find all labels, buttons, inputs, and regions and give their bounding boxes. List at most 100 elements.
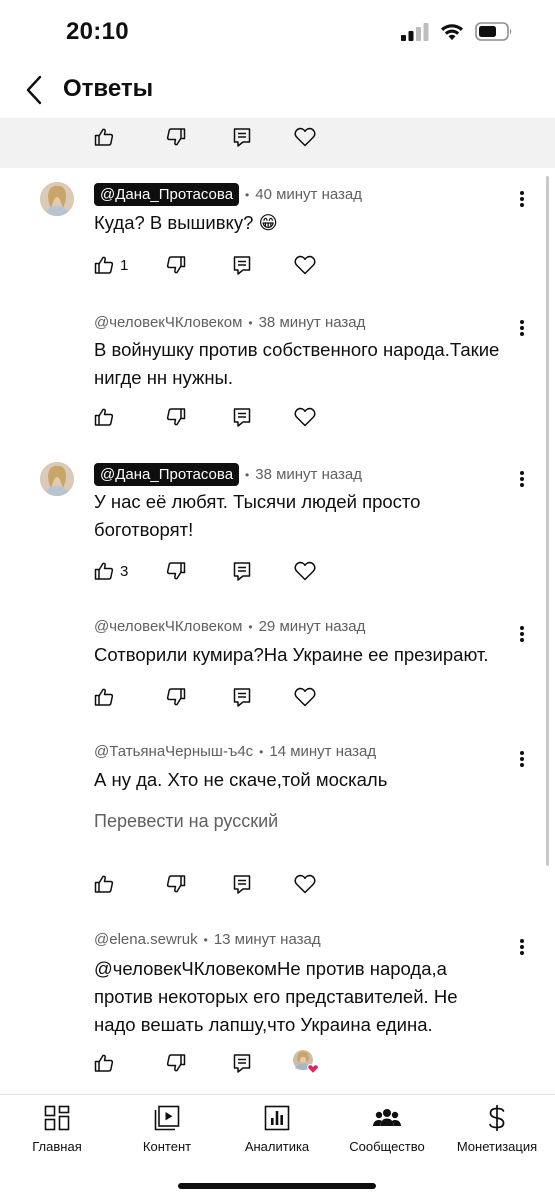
heart-button[interactable]: [294, 403, 316, 431]
thumbs-up-icon: [94, 256, 114, 274]
dislike-button[interactable]: [166, 251, 186, 279]
like-button[interactable]: [94, 123, 114, 151]
thumbs-up-icon: [94, 1054, 114, 1072]
heart-button[interactable]: [294, 870, 316, 898]
back-button[interactable]: [14, 70, 54, 110]
separator-dot: •: [245, 467, 250, 482]
nav-item-monetization[interactable]: Монетизация: [442, 1103, 552, 1154]
comment-text: А ну да. Хто не скаче,той москаль: [94, 769, 388, 790]
wifi-icon: [441, 24, 463, 40]
thumbs-down-icon: [166, 1054, 186, 1072]
heart-icon: [294, 255, 316, 275]
heart-button[interactable]: [294, 557, 316, 585]
reply-comment-icon: [233, 875, 251, 894]
nav-label: Сообщество: [349, 1139, 425, 1154]
thumbs-down-icon: [166, 408, 186, 426]
nav-item-community[interactable]: Сообщество: [332, 1103, 442, 1154]
nav-label: Контент: [142, 1139, 192, 1154]
reply-comment-icon: [233, 562, 251, 581]
dollar-icon: [486, 1103, 508, 1133]
creator-heart-button[interactable]: [292, 1049, 322, 1075]
nav-label: Главная: [32, 1139, 82, 1154]
nav-label: Монетизация: [456, 1139, 538, 1154]
comment-time: 13 минут назад: [213, 931, 321, 948]
reply-comment-icon: [233, 256, 251, 275]
author-name[interactable]: @человекЧКловеком: [94, 618, 242, 635]
dislike-button[interactable]: [166, 683, 186, 711]
reply-button[interactable]: [232, 403, 252, 431]
author-name-highlighted[interactable]: @Дана_Протасова: [94, 183, 240, 206]
nav-item-content[interactable]: Контент: [112, 1103, 222, 1154]
comment-time: 38 минут назад: [255, 466, 363, 483]
reply-button[interactable]: [232, 683, 252, 711]
comment-meta: @человекЧКловеком • 38 минут назад: [94, 314, 365, 331]
author-name-highlighted[interactable]: @Дана_Протасова: [94, 463, 240, 486]
avatar-image: [40, 462, 74, 496]
thumbs-up-icon: [94, 875, 114, 893]
heart-button[interactable]: [294, 123, 316, 151]
nav-item-analytics[interactable]: Аналитика: [222, 1103, 332, 1154]
dislike-button[interactable]: [166, 123, 186, 151]
avatar[interactable]: [40, 182, 74, 216]
reply-button[interactable]: [232, 251, 252, 279]
avatar[interactable]: [40, 462, 74, 496]
content-play-icon: [154, 1103, 180, 1133]
like-button[interactable]: [94, 1049, 114, 1077]
dislike-button[interactable]: [166, 1049, 186, 1077]
translate-link[interactable]: Перевести на русский: [94, 811, 278, 832]
author-name[interactable]: @человекЧКловеком: [94, 314, 242, 331]
home-indicator: [178, 1183, 376, 1189]
comment-text: Куда? В вышивку? 😁: [94, 212, 278, 233]
heart-button[interactable]: [294, 683, 316, 711]
heart-icon: [294, 407, 316, 427]
top-app-bar: Ответы: [0, 62, 555, 118]
heart-icon: [294, 687, 316, 707]
status-time: 20:10: [66, 18, 129, 45]
comment-text: У нас её любят. Тысячи людей просто бого…: [94, 491, 421, 540]
reply-button[interactable]: [232, 1049, 252, 1077]
comment-meta: @elena.sewruk • 13 минут назад: [94, 931, 321, 948]
comment-meta: @человекЧКловеком • 29 минут назад: [94, 618, 365, 635]
comment-text: Сотворили кумира?На Украине ее презирают…: [94, 644, 489, 665]
like-button[interactable]: [94, 403, 114, 431]
creator-heart-icon: [293, 1050, 319, 1075]
nav-label: Аналитика: [244, 1139, 310, 1154]
reply-button[interactable]: [232, 557, 252, 585]
like-button[interactable]: [94, 870, 114, 898]
battery-icon: [475, 22, 512, 41]
comment-time: 40 минут назад: [255, 186, 363, 203]
scrollbar[interactable]: [546, 176, 549, 866]
more-options-button[interactable]: [510, 933, 534, 961]
reply-button[interactable]: [232, 870, 252, 898]
dislike-button[interactable]: [166, 557, 186, 585]
more-vertical-icon: [520, 751, 524, 767]
thumbs-up-icon: [94, 408, 114, 426]
like-count: 1: [120, 256, 129, 274]
author-name[interactable]: @ТатьянаЧерныш-ъ4с: [94, 743, 253, 760]
dislike-button[interactable]: [166, 403, 186, 431]
more-vertical-icon: [520, 191, 524, 207]
status-icons: [401, 22, 513, 41]
reply-button[interactable]: [232, 123, 252, 151]
heart-icon: [294, 561, 316, 581]
thumbs-up-icon: [94, 562, 114, 580]
thumbs-down-icon: [166, 256, 186, 274]
more-vertical-icon: [520, 471, 524, 487]
dislike-button[interactable]: [166, 870, 186, 898]
analytics-chart-icon: [264, 1103, 290, 1133]
home-grid-icon: [44, 1103, 70, 1133]
thumbs-down-icon: [166, 688, 186, 706]
more-vertical-icon: [520, 939, 524, 955]
more-options-button[interactable]: [510, 465, 534, 493]
cellular-signal-icon: [401, 22, 429, 41]
heart-button[interactable]: [294, 251, 316, 279]
more-vertical-icon: [520, 320, 524, 336]
like-button[interactable]: [94, 683, 114, 711]
reply-comment-icon: [233, 408, 251, 427]
comment-meta: @Дана_Протасова • 40 минут назад: [94, 183, 362, 206]
separator-dot: •: [248, 619, 253, 634]
like-button[interactable]: 1: [94, 251, 128, 279]
author-name[interactable]: @elena.sewruk: [94, 931, 198, 948]
like-button[interactable]: 3: [94, 557, 128, 585]
nav-item-home[interactable]: Главная: [2, 1103, 112, 1154]
